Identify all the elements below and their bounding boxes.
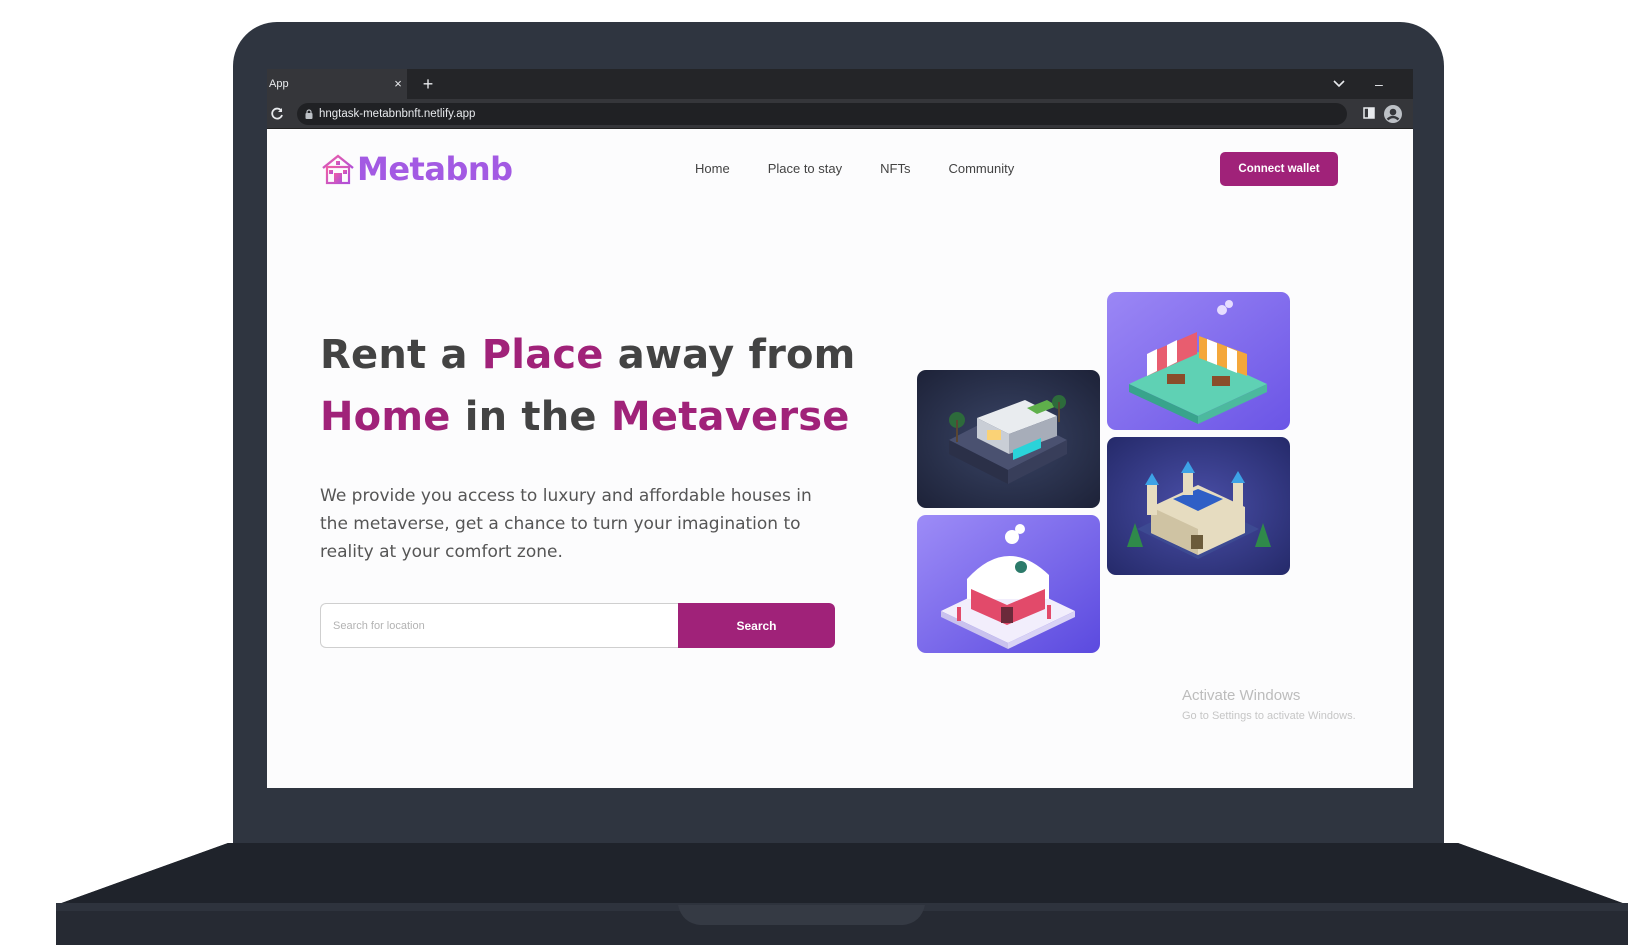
hero-title: Rent a Place away from Home in the Metav… [320, 324, 880, 448]
title-part: away from [603, 332, 856, 378]
market-stall-image[interactable] [1107, 292, 1290, 430]
nav-place-to-stay[interactable]: Place to stay [768, 159, 842, 179]
hero-description: We provide you access to luxury and affo… [320, 486, 812, 562]
location-search-input[interactable] [320, 603, 680, 648]
nav-nfts[interactable]: NFTs [880, 159, 910, 179]
nav-community[interactable]: Community [948, 159, 1014, 179]
chevron-down-icon[interactable] [1331, 77, 1347, 91]
reload-icon[interactable] [269, 106, 285, 122]
activate-windows-subtitle: Go to Settings to activate Windows. [1182, 710, 1356, 722]
main-nav: Home Place to stay NFTs Community [695, 159, 1052, 179]
title-accent-place: Place [481, 332, 604, 378]
url-field[interactable]: hngtask-metabnbnft.netlify.app [297, 103, 1347, 125]
tab-title: App [269, 78, 289, 90]
page: Metabnb Home Place to stay NFTs Communit… [267, 129, 1413, 788]
title-accent-metaverse: Metaverse [610, 394, 850, 440]
browser-tab[interactable]: App [267, 69, 407, 99]
activate-windows-title: Activate Windows [1182, 687, 1301, 704]
browser-tab-strip: App × + – [267, 69, 1413, 99]
lock-icon [305, 109, 313, 119]
title-part: Rent a [320, 332, 482, 378]
address-bar: hngtask-metabnbnft.netlify.app [267, 99, 1413, 129]
search-button[interactable]: Search [678, 603, 835, 648]
minimize-button[interactable]: – [1375, 69, 1383, 99]
laptop-base [53, 843, 1631, 945]
nav-home[interactable]: Home [695, 159, 730, 179]
house-logo-icon [322, 154, 354, 185]
tab-close-button[interactable]: × [391, 69, 405, 99]
profile-icon[interactable] [1383, 104, 1403, 124]
screen: App × + – hngtask-metabnbnft.netlify.app [267, 69, 1413, 788]
castle-image[interactable] [1107, 437, 1290, 575]
logo-text: Metabnb [357, 150, 513, 188]
logo[interactable]: Metabnb [321, 150, 513, 188]
title-accent-home: Home [320, 394, 451, 440]
connect-wallet-button[interactable]: Connect wallet [1220, 152, 1338, 186]
side-panel-icon[interactable] [1363, 107, 1375, 119]
snow-cottage-image[interactable] [917, 515, 1100, 653]
url-text: hngtask-metabnbnft.netlify.app [319, 108, 476, 120]
new-tab-button[interactable]: + [419, 69, 437, 99]
title-part: in the [450, 394, 611, 440]
modern-villa-image[interactable] [917, 370, 1100, 508]
